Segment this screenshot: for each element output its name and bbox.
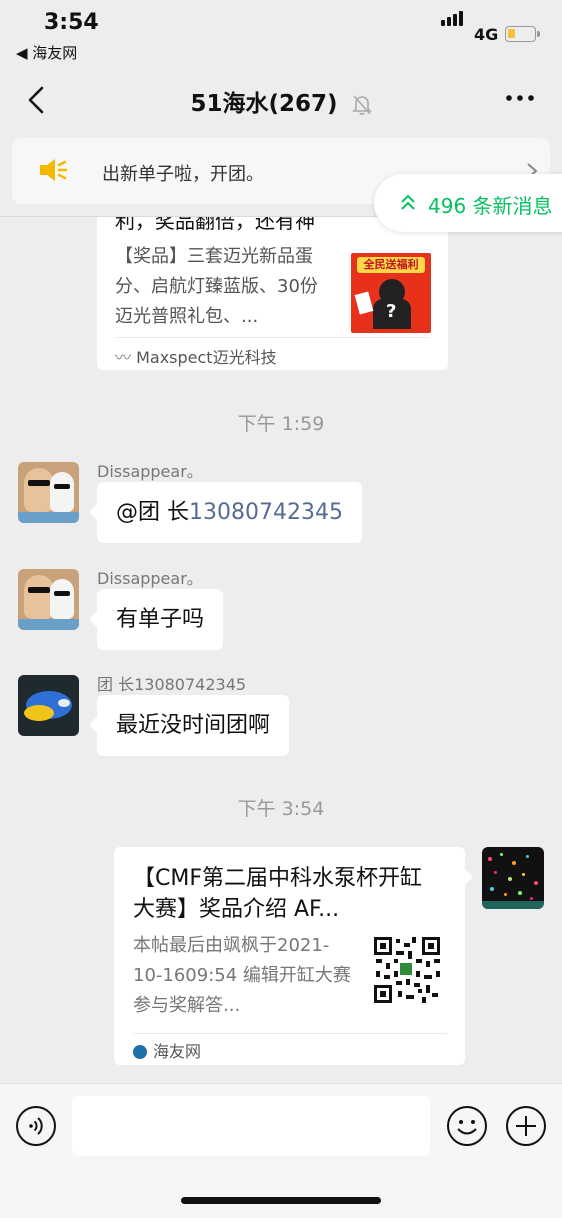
globe-icon [133, 1045, 147, 1059]
home-indicator[interactable] [181, 1197, 381, 1204]
link-card-source: 〰 Maxspect迈光科技 [115, 337, 430, 368]
nav-bar: 51海水(267) [0, 68, 562, 130]
qr-code-thumbnail [372, 935, 442, 1005]
link-card-source-name: Maxspect迈光科技 [136, 348, 277, 367]
new-messages-button[interactable]: 496 条新消息 [374, 174, 562, 232]
link-card-thumbnail: 全民送福利 ? [351, 253, 431, 333]
thumbnail-caption: 全民送福利 [357, 257, 425, 273]
chat-title-text: 51海水(267) [190, 91, 338, 117]
plus-circle-icon[interactable] [505, 1105, 547, 1147]
link-card-description: 【奖品】三套迈光新品蛋分、启航灯臻蓝版、30份迈光普照礼包、... [115, 246, 318, 327]
smiley-icon[interactable] [446, 1105, 488, 1147]
link-card-source-name: 海友网 [153, 1042, 202, 1061]
avatar[interactable] [18, 675, 79, 736]
message-timestamp: 下午 1:59 [237, 413, 325, 435]
chat-title: 51海水(267) [0, 84, 562, 118]
message-timestamp: 下午 3:54 [237, 798, 325, 820]
status-bar: 3:54 ◀ 海友网 4G [0, 0, 562, 68]
new-messages-label: 496 条新消息 [428, 194, 553, 218]
back-to-app-link[interactable]: ◀ 海友网 [16, 42, 77, 63]
status-time: 3:54 [44, 10, 99, 35]
sender-name: 团 长13080742345 [97, 675, 247, 694]
link-card-title: 【CMF第二届中科水泵杯开缸大赛】奖品介绍 AF... [133, 866, 422, 922]
avatar[interactable] [18, 462, 79, 523]
link-card-source: 海友网 [133, 1033, 447, 1062]
link-card-title: 利，奖品翻倍，还有神 [115, 217, 315, 233]
sender-name: Dissappear。 [97, 569, 203, 588]
message-input[interactable] [72, 1096, 430, 1156]
notice-text: 出新单子啦，开团。 [102, 164, 264, 185]
double-chevron-up-icon [401, 194, 415, 210]
ellipsis-icon[interactable] [504, 88, 536, 108]
network-type: 4G [474, 25, 499, 44]
voice-icon[interactable] [15, 1105, 57, 1147]
message-bubble[interactable]: 最近没时间团啊 [88, 695, 290, 756]
link-card-description: 本帖最后由飒枫于2021-10-1609:54 编辑开缸大赛参与奖解答... [133, 935, 351, 1016]
bell-off-icon [351, 94, 372, 115]
sender-name: Dissappear。 [97, 462, 203, 481]
chat-messages[interactable]: 利，奖品翻倍，还有神 【奖品】三套迈光新品蛋分、启航灯臻蓝版、30份迈光普照礼包… [0, 217, 562, 1083]
phone-number-link[interactable]: 13080742345 [189, 500, 343, 525]
link-card-maxspect[interactable]: 利，奖品翻倍，还有神 【奖品】三套迈光新品蛋分、启航灯臻蓝版、30份迈光普照礼包… [97, 217, 448, 370]
mention-text: @团 长 [116, 500, 189, 525]
megaphone-icon [40, 159, 68, 181]
message-bubble[interactable]: @团 长13080742345 [89, 482, 362, 543]
message-bubble[interactable]: 有单子吗 [88, 589, 224, 650]
avatar[interactable] [18, 569, 79, 630]
link-card-haiyouwang[interactable]: 【CMF第二届中科水泵杯开缸大赛】奖品介绍 AF... 本帖最后由飒枫于2021… [114, 847, 473, 1065]
my-avatar[interactable] [482, 847, 544, 909]
battery-icon [505, 26, 540, 42]
